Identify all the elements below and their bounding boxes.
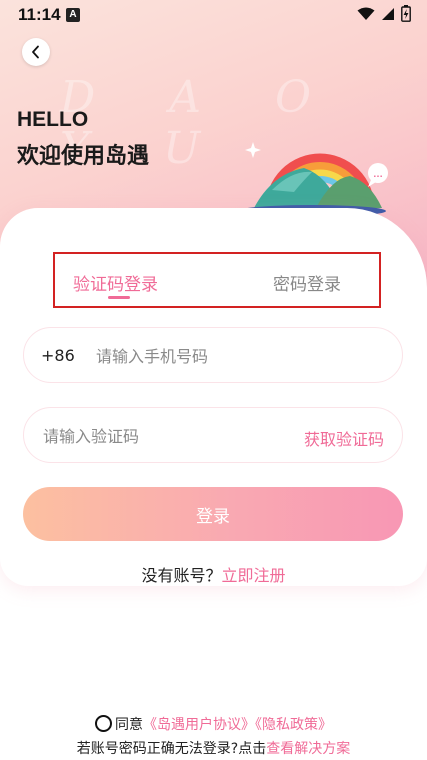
battery-icon bbox=[401, 5, 411, 22]
active-tab-indicator bbox=[108, 296, 130, 299]
user-agreement-link[interactable]: 《岛遇用户协议》 bbox=[143, 717, 255, 733]
get-code-button[interactable]: 获取验证码 bbox=[304, 426, 384, 450]
tab-sms-login[interactable]: 验证码登录 bbox=[73, 270, 158, 295]
agree-label: 同意 bbox=[115, 717, 143, 733]
back-button[interactable] bbox=[22, 38, 50, 66]
login-trouble-text: 若账号密码正确无法登录?点击 bbox=[76, 741, 267, 757]
agree-radio[interactable] bbox=[95, 715, 112, 732]
view-solution-link[interactable]: 查看解决方案 bbox=[266, 741, 350, 757]
login-tabs: 验证码登录 密码登录 bbox=[53, 252, 381, 308]
notification-icon: A bbox=[66, 8, 80, 22]
back-icon bbox=[32, 45, 39, 59]
register-link[interactable]: 立即注册 bbox=[222, 566, 286, 585]
login-trouble-row: 若账号密码正确无法登录?点击查看解决方案 bbox=[0, 738, 427, 758]
svg-text:…: … bbox=[373, 169, 383, 180]
phone-field: +86 bbox=[23, 327, 403, 383]
privacy-policy-link[interactable]: 《隐私政策》 bbox=[255, 717, 332, 733]
tab-password-login[interactable]: 密码登录 bbox=[273, 270, 341, 295]
register-row: 没有账号？立即注册 bbox=[0, 562, 427, 586]
sparkle-icon bbox=[245, 142, 261, 158]
welcome-heading: 欢迎使用岛遇 bbox=[17, 144, 150, 169]
status-bar: 11:14 A bbox=[0, 0, 427, 30]
chat-bubble-icon: … bbox=[368, 163, 388, 187]
register-prompt: 没有账号？ bbox=[141, 566, 222, 585]
verification-code-field: 获取验证码 bbox=[23, 407, 403, 463]
agreement-row: 同意《岛遇用户协议》《隐私政策》 bbox=[0, 714, 427, 734]
hello-heading: HELLO bbox=[17, 108, 89, 131]
wifi-icon bbox=[357, 7, 375, 20]
status-icons bbox=[357, 5, 411, 22]
status-time: 11:14 bbox=[18, 5, 61, 24]
country-code[interactable]: +86 bbox=[41, 346, 75, 365]
verification-code-input[interactable] bbox=[41, 420, 275, 452]
signal-icon bbox=[382, 7, 394, 20]
phone-input[interactable] bbox=[94, 340, 378, 372]
login-button[interactable]: 登录 bbox=[23, 487, 403, 541]
